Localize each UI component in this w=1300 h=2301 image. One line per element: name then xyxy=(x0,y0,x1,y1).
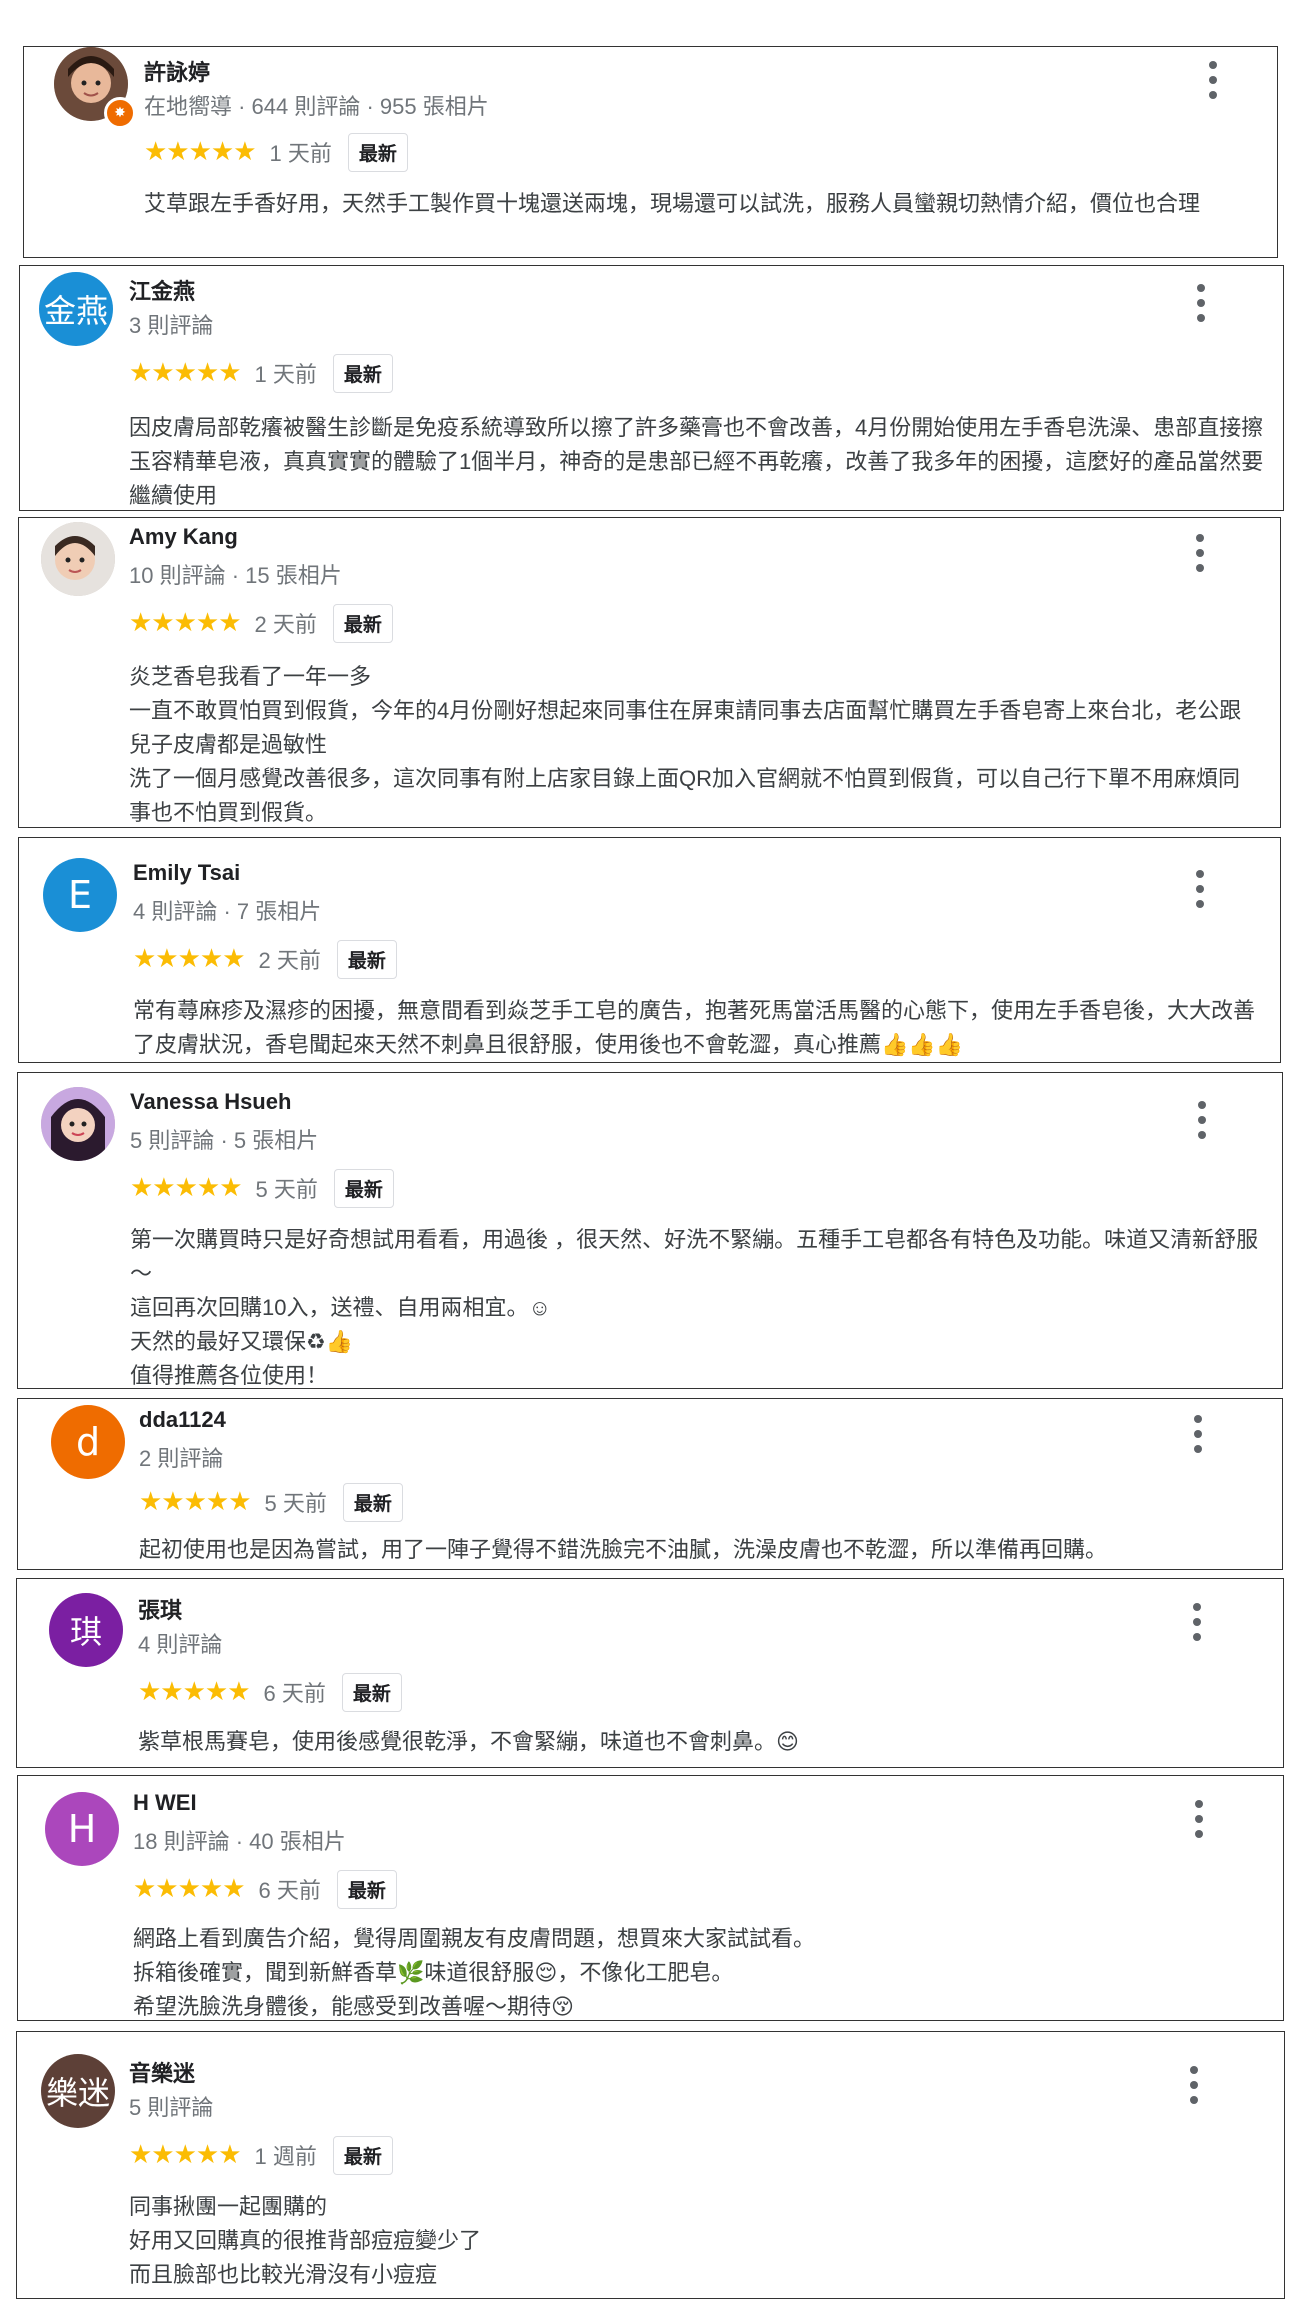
star-rating: ★★★★★ xyxy=(139,1487,252,1517)
newest-badge: 最新 xyxy=(342,1482,403,1522)
review-text: 因皮膚局部乾癢被醫生診斷是免疫系統導致所以擦了許多藥膏也不會改善，4月份開始使用… xyxy=(129,415,1264,508)
review-time: 1 週前 xyxy=(254,2144,317,2169)
star-rating: ★★★★★ xyxy=(130,1173,243,1203)
local-guide-badge-icon: ✸ xyxy=(104,97,136,129)
reviewer-photo-icon xyxy=(41,1087,115,1161)
review-card: 金燕 江金燕 3 則評論 ★★★★★ 1 天前 最新 因皮膚局部乾癢被醫生診斷是… xyxy=(19,265,1284,511)
review-card: 樂迷 音樂迷 5 則評論 ★★★★★ 1 週前 最新 同事揪團一起團購的 好用又… xyxy=(16,2031,1285,2299)
reviewer-meta: 2 則評論 xyxy=(139,1446,224,1471)
review-time: 5 天前 xyxy=(255,1177,318,1202)
reviewer-avatar[interactable]: H xyxy=(45,1792,119,1866)
reviewer-avatar[interactable]: d xyxy=(51,1405,125,1479)
more-options-icon[interactable] xyxy=(1196,534,1204,572)
review-text: 艾草跟左手香好用，天然手工製作買十塊還送兩塊，現場還可以試洗，服務人員蠻親切熱情… xyxy=(144,191,1201,216)
reviewer-meta: 5 則評論 xyxy=(129,2095,214,2120)
reviewer-name[interactable]: 江金燕 xyxy=(129,274,195,306)
reviewer-name[interactable]: H WEI xyxy=(133,1790,197,1816)
review-text: 常有蕁麻疹及濕疹的困擾，無意間看到焱芝手工皂的廣告，抱著死馬當活馬醫的心態下，使… xyxy=(133,998,1256,1057)
newest-badge: 最新 xyxy=(347,132,408,172)
more-options-icon[interactable] xyxy=(1196,870,1204,908)
reviewer-name[interactable]: Emily Tsai xyxy=(133,860,240,886)
reviewer-avatar[interactable]: 金燕 xyxy=(39,272,113,346)
review-time: 2 天前 xyxy=(254,612,317,637)
more-options-icon[interactable] xyxy=(1198,1101,1206,1139)
review-time: 5 天前 xyxy=(264,1491,327,1516)
rating-row: ★★★★★ 5 天前 最新 xyxy=(139,1482,403,1522)
reviewer-meta: 10 則評論 · 15 張相片 xyxy=(129,563,342,588)
review-text: 起初使用也是因為嘗試，用了一陣子覺得不錯洗臉完不油膩，洗澡皮膚也不乾澀，所以準備… xyxy=(139,1537,1108,1562)
review-card: Amy Kang 10 則評論 · 15 張相片 ★★★★★ 2 天前 最新 炎… xyxy=(18,517,1281,828)
star-rating: ★★★★★ xyxy=(138,1677,251,1707)
rating-row: ★★★★★ 6 天前 最新 xyxy=(133,1869,397,1909)
review-time: 6 天前 xyxy=(258,1878,321,1903)
newest-badge: 最新 xyxy=(341,1672,402,1712)
rating-row: ★★★★★ 1 週前 最新 xyxy=(129,2135,393,2175)
newest-badge: 最新 xyxy=(336,939,397,979)
review-time: 1 天前 xyxy=(254,362,317,387)
reviewer-meta: 5 則評論 · 5 張相片 xyxy=(130,1128,319,1153)
reviewer-name[interactable]: dda1124 xyxy=(139,1407,226,1433)
more-options-icon[interactable] xyxy=(1209,61,1217,99)
reviewer-meta: 在地嚮導 · 644 則評論 · 955 張相片 xyxy=(144,94,489,119)
star-rating: ★★★★★ xyxy=(144,137,257,167)
reviewer-avatar[interactable]: 琪 xyxy=(49,1593,123,1667)
more-options-icon[interactable] xyxy=(1190,2066,1198,2104)
star-rating: ★★★★★ xyxy=(133,944,246,974)
rating-row: ★★★★★ 1 天前 最新 xyxy=(129,353,393,393)
review-text: 網路上看到廣告介紹，覺得周圍親友有皮膚問題，想買來大家試試看。 拆箱後確實，聞到… xyxy=(133,1926,816,2019)
rating-row: ★★★★★ 1 天前 最新 xyxy=(144,132,408,172)
review-card: Vanessa Hsueh 5 則評論 · 5 張相片 ★★★★★ 5 天前 最… xyxy=(17,1072,1283,1389)
more-options-icon[interactable] xyxy=(1194,1415,1202,1453)
star-rating: ★★★★★ xyxy=(133,1874,246,1904)
more-options-icon[interactable] xyxy=(1197,284,1205,322)
reviewer-name[interactable]: Vanessa Hsueh xyxy=(130,1089,291,1115)
rating-row: ★★★★★ 5 天前 最新 xyxy=(130,1168,394,1208)
reviewer-name[interactable]: Amy Kang xyxy=(129,524,238,550)
reviewer-name[interactable]: 許詠婷 xyxy=(144,55,210,87)
newest-badge: 最新 xyxy=(332,2135,393,2175)
review-text: 炎芝香皂我看了一年一多 一直不敢買怕買到假貨，今年的4月份剛好想起來同事住在屏東… xyxy=(129,664,1242,825)
rating-row: ★★★★★ 6 天前 最新 xyxy=(138,1672,402,1712)
newest-badge: 最新 xyxy=(332,353,393,393)
reviewer-meta: 18 則評論 · 40 張相片 xyxy=(133,1829,346,1854)
review-card: H H WEI 18 則評論 · 40 張相片 ★★★★★ 6 天前 最新 網路… xyxy=(17,1775,1284,2021)
reviewer-photo-icon xyxy=(41,522,115,596)
review-time: 6 天前 xyxy=(263,1681,326,1706)
newest-badge: 最新 xyxy=(336,1869,397,1909)
star-rating: ★★★★★ xyxy=(129,358,242,388)
reviewer-meta: 4 則評論 · 7 張相片 xyxy=(133,899,322,924)
reviewer-avatar[interactable]: 樂迷 xyxy=(41,2054,115,2128)
review-card: ✸ 許詠婷 在地嚮導 · 644 則評論 · 955 張相片 ★★★★★ 1 天… xyxy=(23,46,1278,258)
star-rating: ★★★★★ xyxy=(129,2140,242,2170)
review-card: d dda1124 2 則評論 ★★★★★ 5 天前 最新 起初使用也是因為嘗試… xyxy=(17,1398,1283,1570)
more-options-icon[interactable] xyxy=(1195,1800,1203,1838)
reviewer-avatar[interactable]: E xyxy=(43,858,117,932)
reviewer-meta: 3 則評論 xyxy=(129,313,214,338)
review-card: E Emily Tsai 4 則評論 · 7 張相片 ★★★★★ 2 天前 最新… xyxy=(18,837,1281,1063)
reviewer-meta: 4 則評論 xyxy=(138,1632,223,1657)
reviewer-avatar[interactable] xyxy=(41,1087,115,1161)
reviewer-name[interactable]: 音樂迷 xyxy=(129,2056,195,2088)
reviewer-name[interactable]: 張琪 xyxy=(138,1593,182,1625)
review-text: 紫草根馬賽皂，使用後感覺很乾淨，不會緊繃，味道也不會刺鼻。😊 xyxy=(138,1729,799,1754)
review-card: 琪 張琪 4 則評論 ★★★★★ 6 天前 最新 紫草根馬賽皂，使用後感覺很乾淨… xyxy=(16,1578,1284,1768)
rating-row: ★★★★★ 2 天前 最新 xyxy=(129,603,393,643)
review-time: 1 天前 xyxy=(269,141,332,166)
rating-row: ★★★★★ 2 天前 最新 xyxy=(133,939,397,979)
star-rating: ★★★★★ xyxy=(129,608,242,638)
review-text: 同事揪團一起團購的 好用又回購真的很推背部痘痘變少了 而且臉部也比較光滑沒有小痘… xyxy=(129,2194,482,2287)
newest-badge: 最新 xyxy=(333,1168,394,1208)
review-text: 第一次購買時只是好奇想試用看看，用過後 ，很天然、好洗不緊繃。五種手工皂都各有特… xyxy=(130,1227,1259,1388)
reviewer-avatar[interactable] xyxy=(41,522,115,596)
more-options-icon[interactable] xyxy=(1193,1603,1201,1641)
review-time: 2 天前 xyxy=(258,948,321,973)
newest-badge: 最新 xyxy=(332,603,393,643)
